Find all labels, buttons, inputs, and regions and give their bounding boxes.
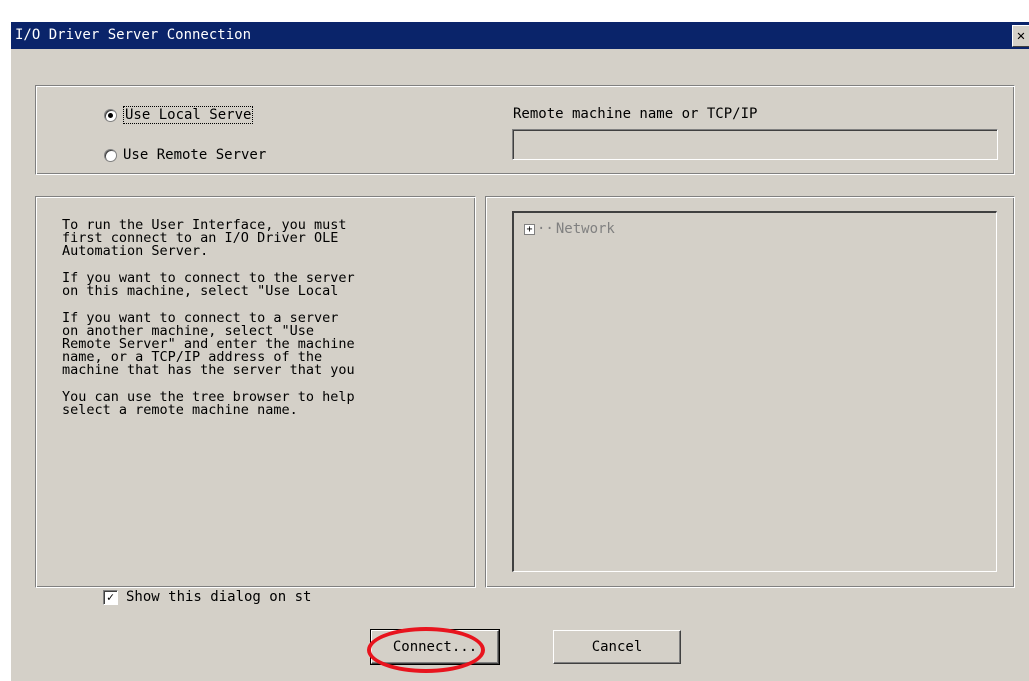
help-paragraph: If you want to connect to the server on … [62,270,355,299]
remote-machine-input[interactable] [512,129,998,160]
tree-browser-group: + ·· Network [485,196,1015,588]
help-paragraph: If you want to connect to a server on an… [62,310,355,378]
tree-node-label: Network [555,221,615,237]
use-local-server-label: Use Local Serve [123,106,254,124]
use-remote-server-label: Use Remote Server [123,147,267,163]
help-text: To run the User Interface, you must firs… [62,217,452,431]
help-paragraph: You can use the tree browser to help sel… [62,389,355,418]
cancel-button[interactable]: Cancel [553,630,681,664]
tree-connector: ·· [537,221,554,237]
use-remote-server-radio[interactable]: Use Remote Server [104,147,266,163]
title-bar: I/O Driver Server Connection ✕ [11,22,1029,49]
help-paragraph: To run the User Interface, you must firs… [62,217,347,259]
show-dialog-checkbox[interactable]: ✓ Show this dialog on st [103,589,311,605]
remote-machine-label: Remote machine name or TCP/IP [513,106,758,122]
show-dialog-label: Show this dialog on st [126,589,312,605]
connect-button[interactable]: Connect... [370,629,500,665]
radio-remote-indicator[interactable] [104,148,117,162]
network-tree[interactable]: + ·· Network [512,211,997,572]
close-icon[interactable]: ✕ [1012,25,1029,47]
expand-icon[interactable]: + [524,223,535,235]
window-title: I/O Driver Server Connection [15,27,252,43]
use-local-server-radio[interactable]: Use Local Serve [104,106,254,124]
radio-local-indicator[interactable] [104,108,117,122]
server-selection-group: Use Local Serve Use Remote Server Remote… [35,85,1015,175]
connection-dialog: I/O Driver Server Connection ✕ Use Local… [10,21,1029,681]
help-text-group: To run the User Interface, you must firs… [35,196,476,588]
tree-node-network[interactable]: + ·· Network [524,221,615,237]
check-icon[interactable]: ✓ [103,589,118,605]
